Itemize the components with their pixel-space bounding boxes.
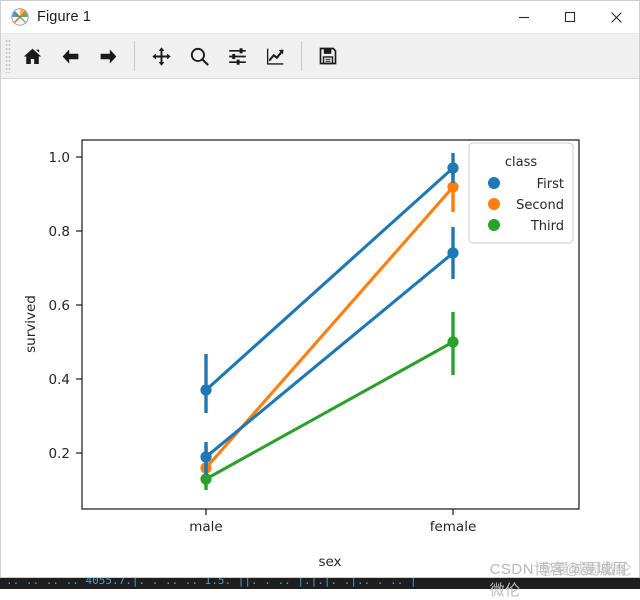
legend-swatch-icon: [488, 219, 500, 231]
y-tick-label: 0.6: [49, 298, 70, 314]
y-tick-label: 0.4: [49, 372, 70, 388]
point-plot[interactable]: 1.0 0.8 0.6 0.4 0.2 survived male female…: [1, 79, 639, 577]
pan-move-icon[interactable]: [142, 37, 180, 75]
window-controls: [501, 1, 639, 33]
data-point-male[interactable]: [200, 384, 212, 396]
legend-swatch-icon: [488, 198, 500, 210]
figure-canvas[interactable]: 1.0 0.8 0.6 0.4 0.2 survived male female…: [1, 79, 639, 577]
data-point-male[interactable]: [200, 473, 212, 485]
figure-window: Figure 1 1.0 0.8 0.6 0.4 0.2 survived ma…: [0, 0, 640, 578]
data-point-female[interactable]: [447, 247, 459, 259]
y-tick-label: 0.2: [49, 446, 70, 462]
legend[interactable]: class First Second Third: [468, 142, 574, 244]
minimize-button[interactable]: [501, 1, 547, 33]
x-tick-label: male: [189, 519, 222, 535]
close-button[interactable]: [593, 1, 639, 33]
navigation-toolbar: [1, 34, 639, 79]
data-point-male[interactable]: [200, 451, 212, 463]
window-title: Figure 1: [37, 9, 91, 25]
toolbar-separator-2: [301, 41, 302, 71]
home-icon[interactable]: [13, 37, 51, 75]
x-axis-label: sex: [318, 554, 341, 570]
save-floppy-icon[interactable]: [309, 37, 347, 75]
legend-label: Second: [516, 198, 564, 213]
edit-curve-icon[interactable]: [256, 37, 294, 75]
forward-arrow-icon[interactable]: [89, 37, 127, 75]
legend-label: First: [537, 177, 564, 192]
window-titlebar: Figure 1: [1, 1, 639, 34]
toolbar-grip-handle[interactable]: [5, 39, 11, 73]
y-tick-label: 0.8: [49, 224, 70, 240]
legend-swatch-icon: [488, 177, 500, 189]
toolbar-separator-1: [134, 41, 135, 71]
legend-title: class: [505, 155, 537, 170]
data-point-female[interactable]: [447, 162, 459, 174]
legend-label: Third: [530, 219, 564, 234]
subplot-sliders-icon[interactable]: [218, 37, 256, 75]
maximize-button[interactable]: [547, 1, 593, 33]
data-point-female[interactable]: [447, 336, 459, 348]
background-editor-strip: .. .. .. .. 4055.7.|. . .. .. 1.5. ||. .…: [0, 578, 640, 589]
matplotlib-logo-icon: [11, 8, 29, 26]
y-axis-label: survived: [23, 295, 39, 353]
y-tick-label: 1.0: [49, 150, 70, 166]
x-tick-label: female: [430, 519, 477, 535]
back-arrow-icon[interactable]: [51, 37, 89, 75]
background-code-text: .. .. .. .. 4055.7.|. . .. .. 1.5. ||. .…: [6, 578, 417, 587]
data-point-female[interactable]: [447, 181, 459, 193]
zoom-magnifier-icon[interactable]: [180, 37, 218, 75]
